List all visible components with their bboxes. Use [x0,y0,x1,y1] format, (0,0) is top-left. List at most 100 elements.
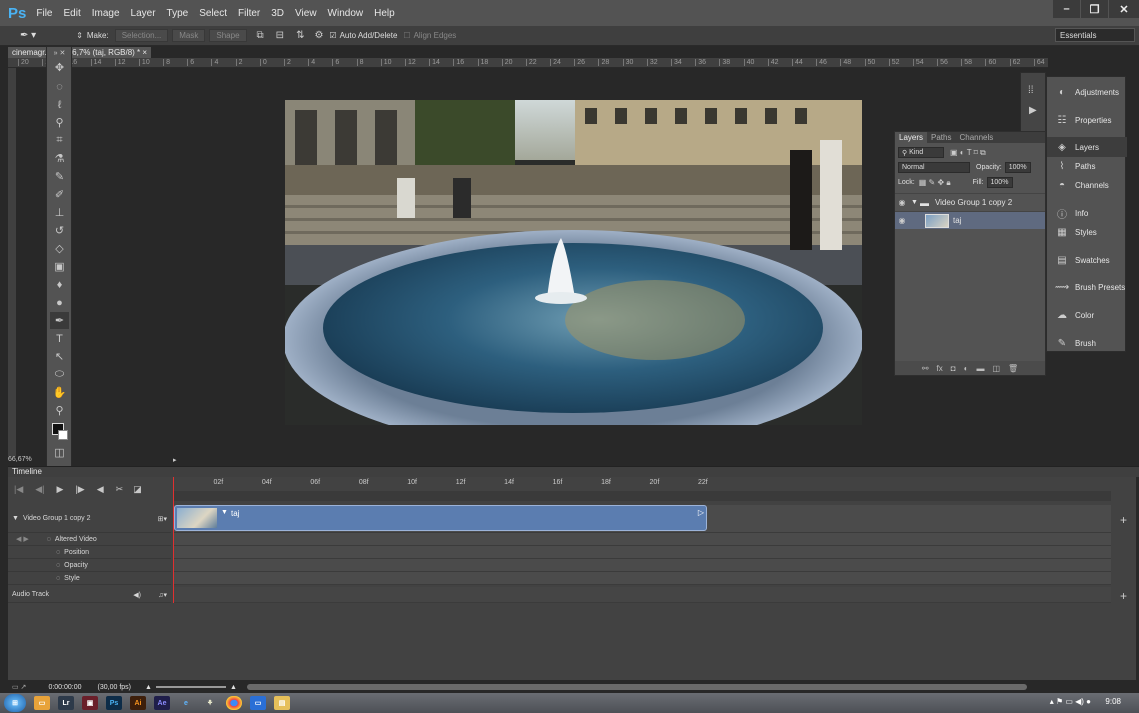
app-icon[interactable]: ⚘ [202,696,218,710]
document-tab[interactable]: cinemagr... i @ 66,7% (taj, RGB/8) * × [8,47,152,58]
video-clip[interactable]: ▼ taj ▷ [174,505,707,531]
dodge-tool-icon[interactable]: ● [50,294,69,311]
auto-add-delete-checkbox[interactable]: ☑ [329,31,336,40]
zoom-out-icon[interactable]: ▲ [145,684,152,691]
property-lane[interactable] [173,559,1111,572]
color-swatches-icon[interactable] [50,422,69,440]
photoshop-taskbar-icon[interactable]: Ps [106,696,122,710]
app-window-icon[interactable]: ▭ [250,696,266,710]
selection-button[interactable]: Selection... [114,29,169,42]
work-area-bar[interactable] [173,491,1111,501]
close-button[interactable]: ✕ [1109,0,1139,18]
actions-icon[interactable]: ⁞⁞ [1028,85,1034,96]
render-icon[interactable]: ▭ ↗ [12,683,26,691]
path-alignment-icon[interactable]: ⊟ [276,30,284,41]
play-icon[interactable]: ▶ [1029,105,1037,116]
track-options-icon[interactable]: ⊞▾ [158,515,167,523]
expand-arrow-icon[interactable]: ▼ [12,515,19,522]
dock-swatches[interactable]: ▤ Swatches [1047,250,1127,270]
audio-icon[interactable]: ◀ [97,484,104,495]
playhead[interactable] [173,477,174,603]
opacity-field[interactable]: 100% [1004,162,1031,173]
adjustment-layer-icon[interactable]: ◐ [964,364,969,373]
make-dropdown-icon[interactable]: ⇕ [76,31,83,40]
stopwatch-icon[interactable]: ◌ [56,575,60,582]
property-lane[interactable] [173,533,1111,546]
workspace-select[interactable]: Essentials [1055,28,1135,42]
document-image[interactable] [285,100,862,425]
align-edges-checkbox[interactable]: ☐ [403,31,410,40]
mute-icon[interactable]: ◀) [133,591,141,599]
link-icon[interactable]: ⚯ [922,364,929,373]
kind-filter[interactable]: ⚲ Kind [898,147,944,158]
trash-icon[interactable]: 🗑︎ [1008,364,1018,373]
folder-icon[interactable]: ▤ [274,696,290,710]
crop-tool-icon[interactable]: ⌗ [50,132,69,149]
menu-image[interactable]: Image [92,8,120,19]
quick-selection-icon[interactable]: ⚲ [50,114,69,131]
dock-paths[interactable]: ⌇ Paths [1047,156,1127,176]
ie-icon[interactable]: e [178,696,194,710]
play-icon[interactable]: ▶ [57,484,64,495]
property-lane[interactable] [173,572,1111,585]
eraser-icon[interactable]: ◇ [50,240,69,257]
music-note-icon[interactable]: ♫▾ [158,591,167,599]
menu-select[interactable]: Select [199,8,227,19]
layer-row-taj[interactable]: ◉ taj [895,211,1045,229]
tab-layers[interactable]: Layers [895,132,928,143]
brush-tool-icon[interactable]: ✐ [50,186,69,203]
property-row[interactable]: ◀ ▶ ◌ Altered Video [8,533,171,546]
zoom-slider[interactable] [155,686,226,688]
stopwatch-icon[interactable]: ◌ [56,562,60,569]
menu-filter[interactable]: Filter [238,8,260,19]
hand-tool-icon[interactable]: ✋ [50,384,69,401]
minimize-button[interactable]: – [1053,0,1080,18]
mask-button[interactable]: Mask [172,29,206,42]
dock-channels[interactable]: ◓ Channels [1047,175,1127,195]
gear-icon[interactable]: ⚙ [314,30,323,41]
split-icon[interactable]: ✂ [116,484,124,495]
shape-tool-icon[interactable]: ⬭ [50,366,69,383]
property-lane[interactable] [173,546,1111,559]
property-row[interactable]: ◌ Style [8,572,171,585]
path-arrangement-icon[interactable]: ⇅ [296,30,304,41]
timeline-scrollbar[interactable] [246,684,1027,690]
dock-color[interactable]: ☁ Color [1047,305,1127,325]
stopwatch-icon[interactable]: ◌ [47,536,51,543]
fx-icon[interactable]: fx [937,364,943,373]
marquee-tool-icon[interactable]: ◌ [50,78,69,95]
timeline-title[interactable]: Timeline [8,467,42,476]
menu-view[interactable]: View [295,8,317,19]
expand-arrow-icon[interactable]: ▼ [911,199,918,206]
property-row[interactable]: ◌ Opacity [8,559,171,572]
visibility-eye-icon[interactable]: ◉ [895,198,909,207]
stopwatch-icon[interactable]: ◌ [56,549,60,556]
dock-styles[interactable]: ▦ Styles [1047,222,1127,242]
path-operations-icon[interactable]: ⧉ [257,30,264,41]
dock-brush[interactable]: ✎ Brush [1047,333,1127,353]
menu-file[interactable]: File [36,8,52,19]
tools-collapse-icon[interactable]: » ✕ [50,49,69,57]
filter-icons[interactable]: ▣ ◐ T ⌑ ⧉ [950,148,986,158]
add-media-icon[interactable]: + [1120,513,1127,527]
history-brush-icon[interactable]: ↺ [50,222,69,239]
menu-help[interactable]: Help [374,8,395,19]
chrome-icon[interactable] [226,696,242,710]
healing-brush-icon[interactable]: ✎ [50,168,69,185]
visibility-eye-icon[interactable]: ◉ [895,216,909,225]
new-group-icon[interactable]: ▬ [976,364,984,373]
track-lane-audio[interactable] [173,587,1111,603]
zoom-level[interactable]: 66,67% [8,456,32,463]
eyedropper-icon[interactable]: ⚗ [50,150,69,167]
type-tool-icon[interactable]: T [50,330,69,347]
status-arrow-icon[interactable]: ▸ [173,456,177,464]
tab-paths[interactable]: Paths [927,133,955,142]
menu-3d[interactable]: 3D [271,8,284,19]
media-encoder-icon[interactable]: Ae [154,696,170,710]
illustrator-icon[interactable]: Ai [130,696,146,710]
menu-edit[interactable]: Edit [63,8,80,19]
mask-icon[interactable]: ◘ [951,364,956,373]
gradient-tool-icon[interactable]: ▣ [50,258,69,275]
taskbar-clock[interactable]: 9:08 [1105,697,1121,706]
previous-frame-icon[interactable]: ◀| [35,484,44,495]
